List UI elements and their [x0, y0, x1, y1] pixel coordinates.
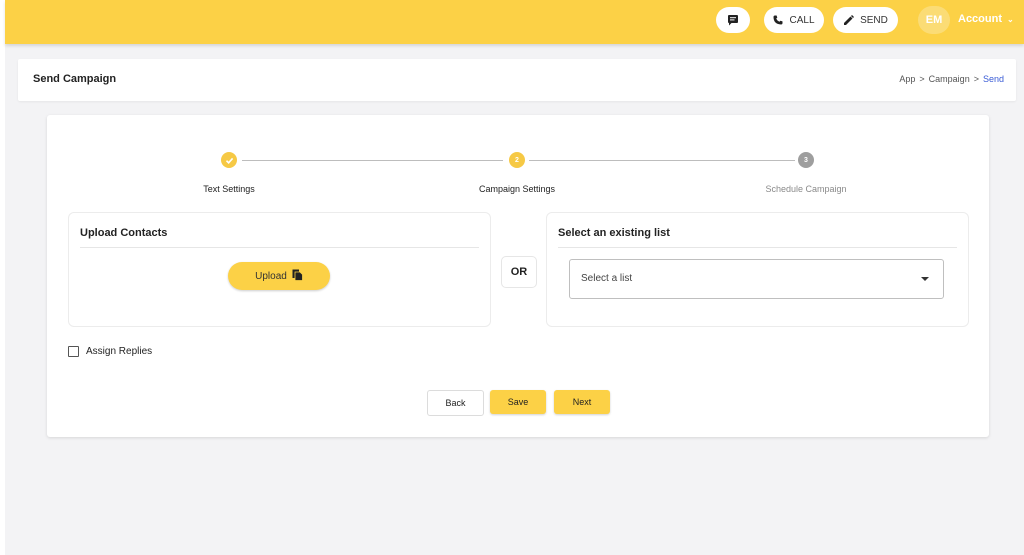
top-app-bar: CALL SEND EM Account ⌄ [5, 0, 1024, 44]
upload-label: Upload [255, 270, 287, 282]
call-label: CALL [789, 14, 815, 26]
avatar[interactable]: EM [918, 6, 950, 34]
dropdown-arrow-icon [921, 277, 929, 281]
step-2-number: 2 [515, 156, 519, 164]
assign-replies-row[interactable]: Assign Replies [68, 346, 152, 357]
or-label: OR [510, 266, 528, 278]
campaign-card: 2 3 Text Settings Campaign Settings Sche… [47, 115, 989, 437]
breadcrumb-separator: > [919, 74, 925, 84]
step-3-indicator: 3 [798, 152, 814, 168]
back-button[interactable]: Back [427, 390, 484, 416]
phone-icon [773, 15, 783, 25]
assign-replies-checkbox[interactable] [68, 346, 79, 357]
divider [80, 247, 479, 248]
messages-button[interactable] [716, 7, 750, 33]
breadcrumb: App > Campaign > Send [899, 74, 1004, 84]
upload-button[interactable]: Upload [228, 262, 330, 290]
breadcrumb-separator: > [973, 74, 979, 84]
call-button[interactable]: CALL [764, 7, 824, 33]
existing-list-title: Select an existing list [558, 227, 670, 239]
avatar-initials: EM [925, 14, 943, 26]
breadcrumb-campaign[interactable]: Campaign [929, 74, 970, 84]
step-2-label[interactable]: Campaign Settings [447, 184, 587, 194]
assign-replies-label: Assign Replies [86, 346, 153, 357]
or-divider: OR [501, 256, 537, 288]
step-1-check-icon [221, 152, 237, 168]
step-3-number: 3 [804, 156, 808, 164]
chat-icon [727, 14, 739, 26]
file-copy-icon [292, 269, 303, 284]
account-menu[interactable]: Account ⌄ [958, 13, 1014, 25]
left-rail [0, 0, 5, 555]
breadcrumb-send: Send [982, 74, 1004, 84]
step-1-label[interactable]: Text Settings [159, 184, 299, 194]
list-select[interactable]: Select a list [569, 259, 944, 299]
stepper-connector [242, 160, 503, 161]
pencil-icon [843, 14, 855, 26]
account-label: Account [958, 13, 1002, 25]
page-header: Send Campaign App > Campaign > Send [18, 59, 1016, 101]
stepper-connector [529, 160, 795, 161]
divider [558, 247, 957, 248]
save-button[interactable]: Save [490, 390, 546, 414]
step-2-indicator: 2 [509, 152, 525, 168]
upload-contacts-title: Upload Contacts [80, 227, 168, 239]
send-label: SEND [860, 14, 888, 26]
breadcrumb-app[interactable]: App [899, 74, 915, 84]
list-select-value: Select a list [581, 273, 633, 284]
page-title: Send Campaign [33, 73, 117, 85]
send-button[interactable]: SEND [833, 7, 898, 33]
step-3-label[interactable]: Schedule Campaign [736, 184, 876, 194]
next-button[interactable]: Next [554, 390, 610, 414]
chevron-down-icon: ⌄ [1007, 14, 1014, 24]
